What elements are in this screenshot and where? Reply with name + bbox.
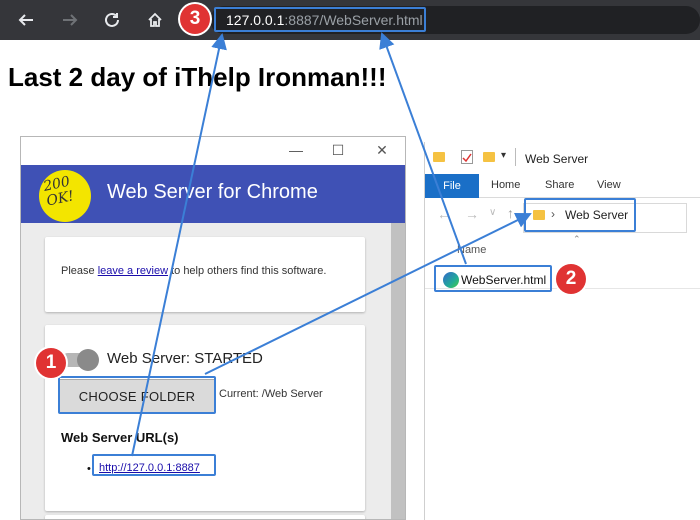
annotation-box-path bbox=[524, 198, 636, 232]
step-badge-2: 2 bbox=[556, 264, 586, 294]
step-badge-1: 1 bbox=[36, 348, 66, 378]
tab-home[interactable]: Home bbox=[491, 179, 520, 191]
explorer-forward-icon[interactable]: → bbox=[465, 206, 479, 222]
server-status: Web Server: STARTED bbox=[107, 350, 263, 367]
ribbon-tabs: File Home Share View bbox=[425, 174, 700, 198]
tab-view[interactable]: View bbox=[597, 179, 621, 191]
tab-share[interactable]: Share bbox=[545, 179, 574, 191]
name-column-header[interactable]: Name bbox=[457, 244, 486, 256]
tab-file[interactable]: File bbox=[425, 174, 479, 198]
home-icon[interactable] bbox=[143, 8, 167, 32]
folder-icon bbox=[433, 152, 445, 162]
close-icon[interactable]: ✕ bbox=[373, 141, 391, 159]
step-badge-3: 3 bbox=[180, 4, 210, 34]
annotation-box-choose-folder bbox=[58, 376, 216, 414]
review-card: Please leave a review to help others fin… bbox=[45, 237, 365, 312]
title-divider bbox=[515, 148, 516, 166]
app-titlebar: — ☐ ✕ bbox=[21, 137, 405, 165]
explorer-title: Web Server bbox=[525, 152, 589, 166]
server-urls-heading: Web Server URL(s) bbox=[61, 430, 179, 445]
app-header: 200 OK! Web Server for Chrome bbox=[21, 165, 405, 223]
up-folder-icon[interactable]: ↑ bbox=[507, 205, 514, 221]
annotation-box-file bbox=[434, 265, 552, 292]
current-folder: Current: /Web Server bbox=[219, 388, 323, 400]
scrollbar[interactable] bbox=[391, 223, 405, 519]
review-message: Please leave a review to help others fin… bbox=[61, 265, 327, 277]
leave-review-link[interactable]: leave a review bbox=[98, 265, 168, 277]
new-folder-icon[interactable] bbox=[483, 152, 495, 162]
annotation-box-url bbox=[214, 7, 426, 32]
app-logo-text: 200 OK! bbox=[41, 173, 76, 210]
minimize-icon[interactable]: — bbox=[287, 141, 305, 159]
page-heading: Last 2 day of iThelp Ironman!!! bbox=[8, 62, 387, 92]
back-icon[interactable] bbox=[14, 8, 38, 32]
bullet-icon: • bbox=[87, 463, 91, 475]
reload-icon[interactable] bbox=[100, 8, 124, 32]
next-card bbox=[45, 515, 365, 519]
maximize-icon[interactable]: ☐ bbox=[329, 141, 347, 159]
properties-icon[interactable] bbox=[461, 150, 473, 164]
server-card: Web Server: STARTED CHOOSE FOLDER Curren… bbox=[45, 325, 365, 511]
annotation-box-server-url bbox=[92, 454, 216, 476]
forward-icon[interactable] bbox=[58, 8, 82, 32]
sort-ascending-icon: ⌃ bbox=[573, 234, 581, 244]
recent-locations-icon[interactable]: ∨ bbox=[489, 207, 496, 218]
quick-access-dropdown-icon[interactable]: ▾ bbox=[501, 150, 506, 161]
explorer-back-icon[interactable]: ← bbox=[437, 206, 451, 222]
app-title: Web Server for Chrome bbox=[107, 181, 318, 203]
server-toggle[interactable] bbox=[77, 349, 99, 371]
